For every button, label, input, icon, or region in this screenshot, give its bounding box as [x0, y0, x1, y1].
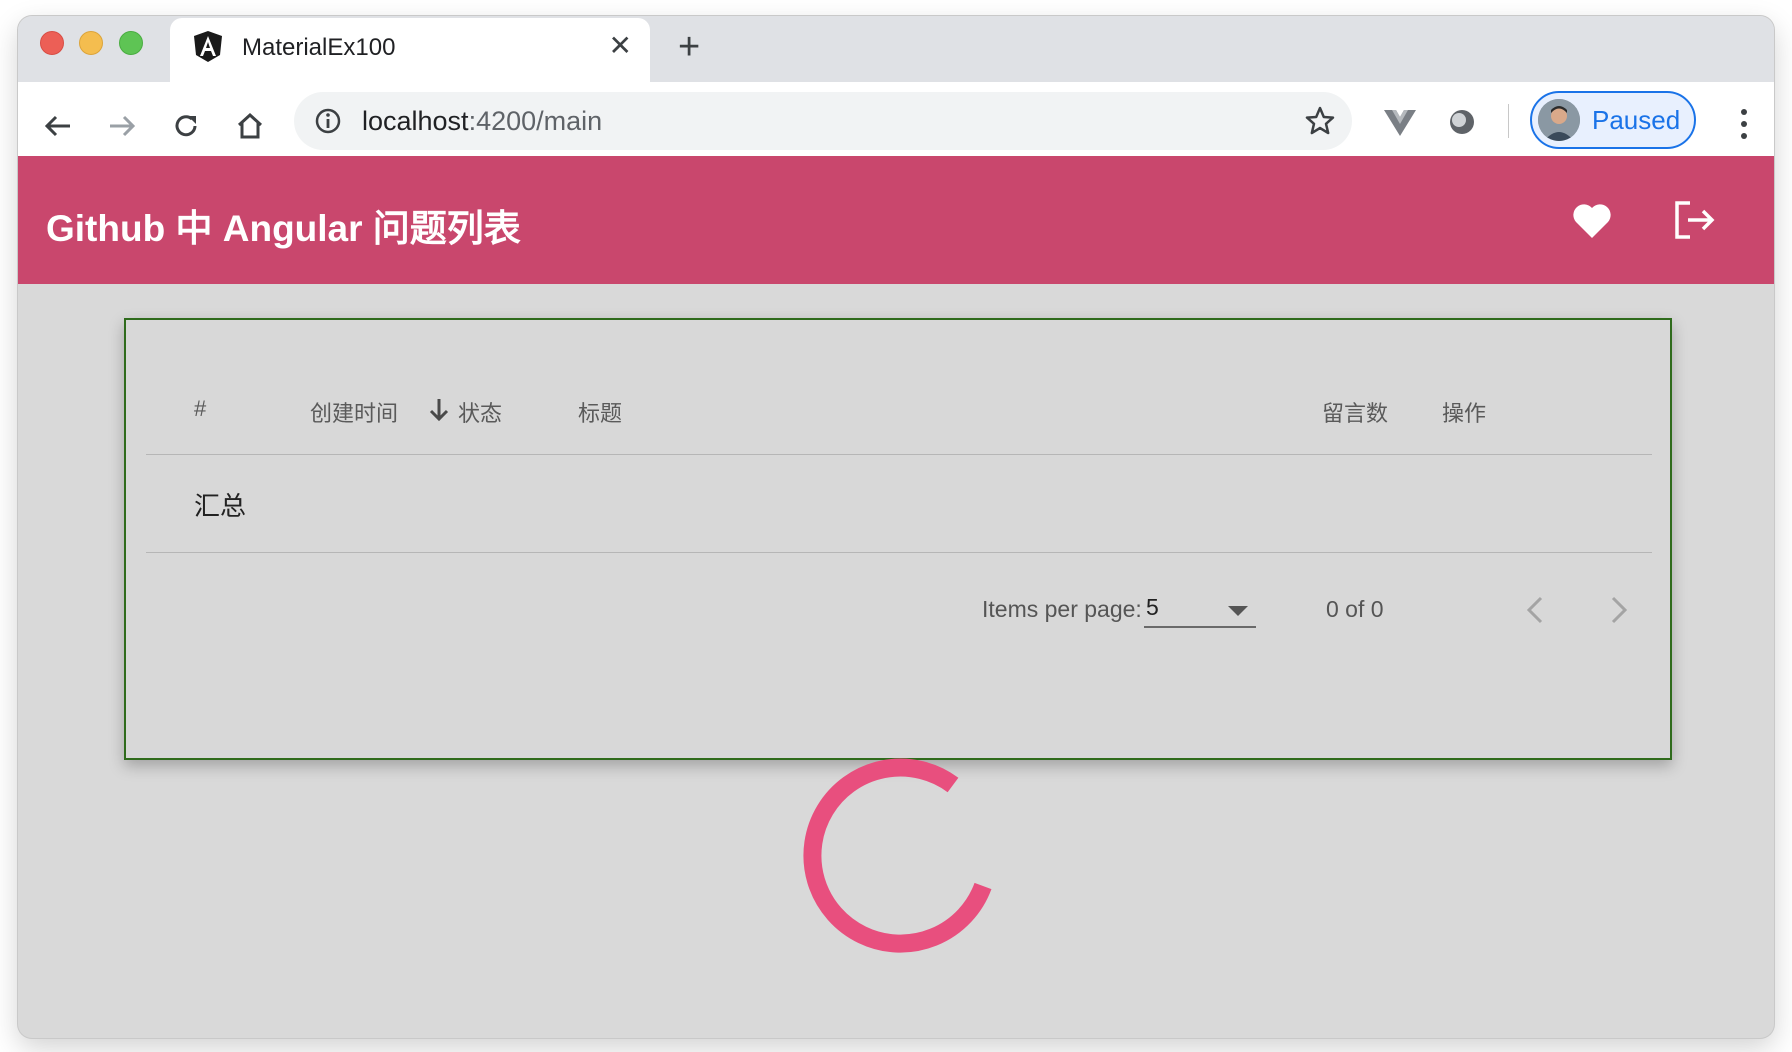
dropdown-caret-icon — [1228, 606, 1248, 616]
new-tab-button[interactable]: + — [678, 28, 700, 66]
reload-button[interactable] — [166, 106, 206, 146]
back-button[interactable] — [38, 106, 78, 146]
loading-spinner-icon — [803, 758, 992, 953]
close-window-button[interactable] — [40, 31, 64, 55]
home-icon — [237, 112, 263, 139]
address-bar[interactable]: localhost:4200/main — [294, 92, 1352, 150]
items-per-page-label: Items per page: — [982, 596, 1142, 622]
summary-row-label: 汇总 — [194, 491, 247, 521]
page-size-value: 5 — [1146, 594, 1159, 620]
forward-arrow-icon — [110, 115, 136, 137]
page-size-select[interactable]: 5 — [1144, 590, 1256, 628]
bookmark-star-icon[interactable] — [1304, 105, 1336, 137]
favorite-heart-icon[interactable] — [1570, 200, 1614, 240]
column-header-title: 标题 — [578, 401, 623, 426]
column-header-actions: 操作 — [1442, 401, 1487, 426]
tab-strip: MaterialEx100 ✕ + — [18, 16, 1774, 82]
app-toolbar: Github 中 Angular 问题列表 — [18, 156, 1774, 284]
vue-devtools-icon[interactable] — [1382, 104, 1418, 140]
column-header-comments: 留言数 — [1322, 401, 1389, 426]
tab-close-icon[interactable]: ✕ — [609, 32, 632, 60]
profile-status-label: Paused — [1592, 105, 1681, 135]
home-button[interactable] — [230, 106, 270, 146]
profile-button[interactable]: Paused — [1530, 91, 1696, 149]
zoom-window-button[interactable] — [119, 31, 143, 55]
browser-tab[interactable]: MaterialEx100 ✕ — [170, 18, 650, 82]
browser-window: MaterialEx100 ✕ + localhost:4200/main Pa… — [18, 16, 1774, 1038]
previous-page-button[interactable] — [1516, 590, 1556, 630]
column-header-status: 状态 — [458, 401, 503, 426]
angular-logo-icon — [194, 31, 222, 62]
page-title: Github 中 Angular 问题列表 — [46, 208, 521, 249]
header-divider — [146, 454, 1652, 455]
sort-descending-arrow-icon[interactable] — [428, 397, 450, 423]
column-header-number: # — [194, 396, 207, 421]
column-header-created[interactable]: 创建时间 — [310, 396, 398, 428]
url-text: localhost:4200/main — [362, 106, 603, 136]
toolbar-separator — [1508, 104, 1509, 138]
next-page-button[interactable] — [1598, 590, 1638, 630]
reload-icon — [175, 115, 197, 137]
footer-divider — [146, 552, 1652, 553]
avatar — [1538, 99, 1580, 141]
info-icon[interactable] — [314, 107, 342, 135]
more-menu-icon[interactable] — [1738, 106, 1750, 142]
issues-table-card: # 创建时间 状态 标题 留言数 操作 汇总 Items per page: 5… — [124, 318, 1672, 760]
tab-title: MaterialEx100 — [242, 34, 396, 61]
back-arrow-icon — [44, 115, 70, 137]
forward-button[interactable] — [102, 106, 142, 146]
page-range-label: 0 of 0 — [1326, 596, 1384, 622]
extension-circle-icon[interactable] — [1444, 104, 1480, 140]
minimize-window-button[interactable] — [79, 31, 103, 55]
logout-icon[interactable] — [1672, 198, 1718, 242]
